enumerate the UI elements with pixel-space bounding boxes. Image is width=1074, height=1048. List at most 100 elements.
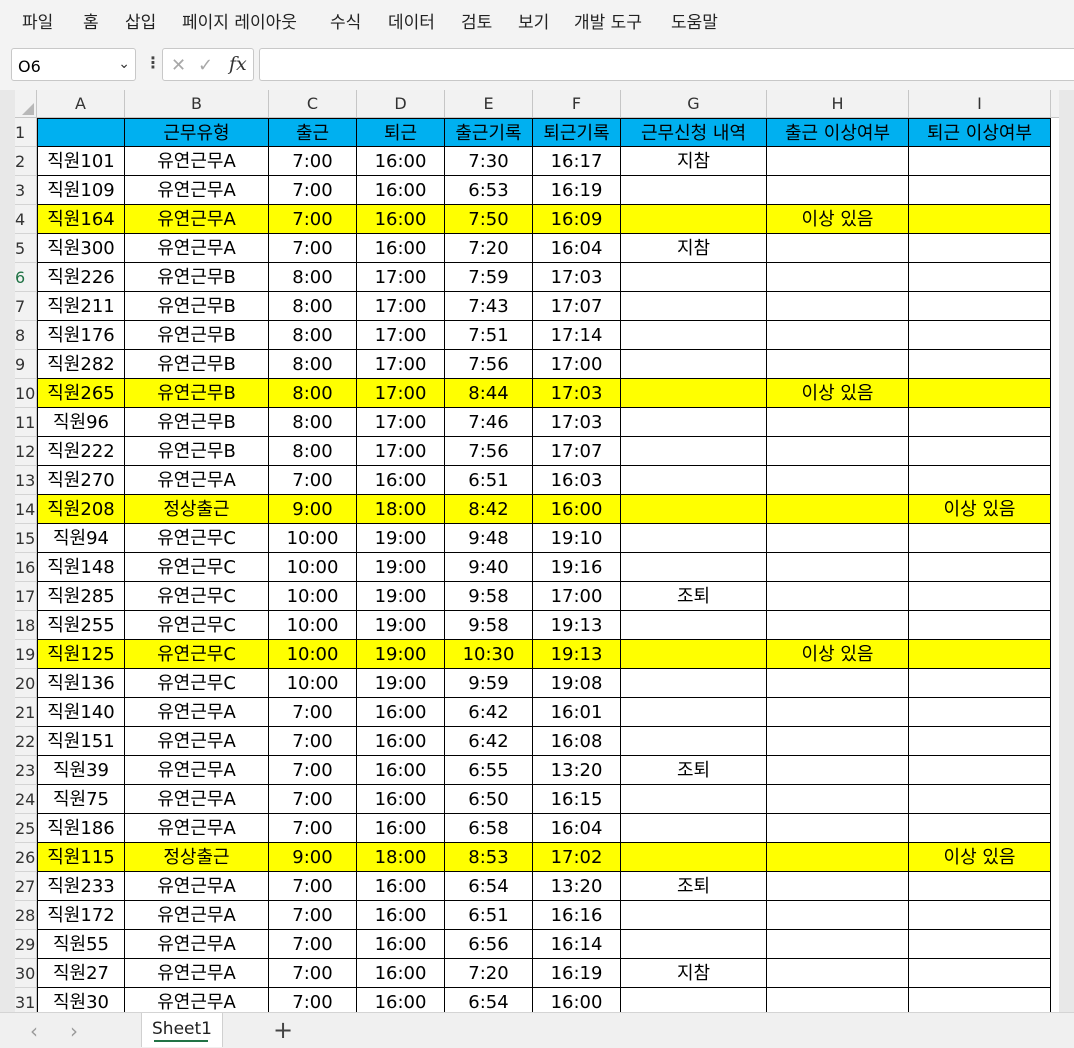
table-cell[interactable]: 7:00 — [269, 901, 357, 930]
table-cell[interactable]: 6:42 — [445, 727, 533, 756]
table-cell[interactable] — [909, 205, 1051, 234]
table-cell[interactable] — [909, 176, 1051, 205]
table-cell[interactable]: 이상 있음 — [909, 495, 1051, 524]
table-cell[interactable]: 17:03 — [533, 263, 621, 292]
table-cell[interactable]: 16:14 — [533, 930, 621, 959]
table-cell[interactable] — [767, 669, 909, 698]
table-cell[interactable]: 직원94 — [37, 524, 125, 553]
table-cell[interactable]: 7:00 — [269, 814, 357, 843]
header-cell[interactable]: 근무유형 — [125, 118, 269, 147]
table-cell[interactable]: 직원115 — [37, 843, 125, 872]
table-cell[interactable]: 이상 있음 — [767, 640, 909, 669]
table-cell[interactable]: 16:00 — [357, 930, 445, 959]
table-cell[interactable]: 10:00 — [269, 640, 357, 669]
table-cell[interactable]: 19:00 — [357, 669, 445, 698]
table-cell[interactable]: 직원265 — [37, 379, 125, 408]
table-cell[interactable]: 유연근무A — [125, 147, 269, 176]
row-header[interactable]: 6 — [15, 263, 37, 292]
column-header[interactable]: A — [37, 90, 125, 118]
table-cell[interactable] — [767, 292, 909, 321]
row-header[interactable]: 18 — [15, 611, 37, 640]
table-cell[interactable]: 유연근무B — [125, 350, 269, 379]
table-cell[interactable]: 9:40 — [445, 553, 533, 582]
row-header[interactable]: 4 — [15, 205, 37, 234]
table-cell[interactable]: 16:00 — [533, 988, 621, 1012]
menu-item[interactable]: 보기 — [518, 8, 549, 33]
table-cell[interactable] — [767, 408, 909, 437]
table-cell[interactable] — [621, 524, 767, 553]
table-cell[interactable]: 직원282 — [37, 350, 125, 379]
header-cell[interactable]: 근무신청 내역 — [621, 118, 767, 147]
insert-function-icon[interactable]: fx — [229, 53, 247, 75]
table-cell[interactable]: 16:19 — [533, 176, 621, 205]
table-cell[interactable]: 8:53 — [445, 843, 533, 872]
table-cell[interactable]: 17:00 — [357, 437, 445, 466]
table-cell[interactable]: 16:00 — [357, 698, 445, 727]
table-cell[interactable]: 직원55 — [37, 930, 125, 959]
table-cell[interactable]: 유연근무C — [125, 640, 269, 669]
table-cell[interactable] — [909, 698, 1051, 727]
row-header[interactable]: 24 — [15, 785, 37, 814]
column-header[interactable]: C — [269, 90, 357, 118]
table-cell[interactable]: 8:00 — [269, 263, 357, 292]
header-cell[interactable]: 퇴근 — [357, 118, 445, 147]
table-cell[interactable] — [621, 698, 767, 727]
table-cell[interactable]: 8:00 — [269, 437, 357, 466]
table-cell[interactable]: 직원208 — [37, 495, 125, 524]
table-cell[interactable] — [767, 930, 909, 959]
table-cell[interactable] — [621, 263, 767, 292]
row-header[interactable]: 28 — [15, 901, 37, 930]
header-cell[interactable]: 출근 이상여부 — [767, 118, 909, 147]
table-cell[interactable] — [621, 176, 767, 205]
table-cell[interactable] — [621, 495, 767, 524]
table-cell[interactable] — [621, 843, 767, 872]
table-cell[interactable]: 직원27 — [37, 959, 125, 988]
table-cell[interactable]: 직원30 — [37, 988, 125, 1012]
table-cell[interactable]: 7:00 — [269, 147, 357, 176]
table-cell[interactable]: 10:00 — [269, 553, 357, 582]
table-cell[interactable]: 9:00 — [269, 495, 357, 524]
table-cell[interactable]: 직원109 — [37, 176, 125, 205]
table-cell[interactable]: 조퇴 — [621, 872, 767, 901]
table-cell[interactable]: 13:20 — [533, 756, 621, 785]
table-cell[interactable]: 6:51 — [445, 901, 533, 930]
table-cell[interactable] — [621, 640, 767, 669]
table-cell[interactable]: 9:58 — [445, 611, 533, 640]
table-cell[interactable] — [909, 611, 1051, 640]
table-cell[interactable] — [767, 843, 909, 872]
table-cell[interactable]: 10:00 — [269, 669, 357, 698]
table-cell[interactable] — [621, 669, 767, 698]
row-header[interactable]: 27 — [15, 872, 37, 901]
table-cell[interactable]: 유연근무A — [125, 785, 269, 814]
sheet-tab[interactable]: Sheet1 — [141, 1013, 223, 1047]
table-cell[interactable] — [909, 872, 1051, 901]
table-cell[interactable]: 8:44 — [445, 379, 533, 408]
table-cell[interactable] — [909, 321, 1051, 350]
menu-item[interactable]: 개발 도구 — [574, 8, 642, 33]
table-cell[interactable]: 7:59 — [445, 263, 533, 292]
table-cell[interactable]: 지참 — [621, 147, 767, 176]
table-cell[interactable]: 이상 있음 — [909, 843, 1051, 872]
table-cell[interactable] — [909, 379, 1051, 408]
table-cell[interactable] — [621, 437, 767, 466]
table-cell[interactable] — [767, 582, 909, 611]
table-cell[interactable]: 19:13 — [533, 611, 621, 640]
menu-item[interactable]: 수식 — [330, 8, 361, 33]
table-cell[interactable]: 16:00 — [357, 901, 445, 930]
table-cell[interactable]: 이상 있음 — [767, 379, 909, 408]
table-cell[interactable]: 6:56 — [445, 930, 533, 959]
table-cell[interactable]: 직원96 — [37, 408, 125, 437]
row-header[interactable]: 7 — [15, 292, 37, 321]
table-cell[interactable] — [767, 263, 909, 292]
row-header[interactable]: 20 — [15, 669, 37, 698]
table-cell[interactable]: 유연근무A — [125, 756, 269, 785]
table-cell[interactable] — [909, 901, 1051, 930]
table-cell[interactable]: 16:00 — [357, 959, 445, 988]
row-header[interactable]: 31 — [15, 988, 37, 1012]
table-cell[interactable]: 16:00 — [357, 176, 445, 205]
table-cell[interactable]: 16:03 — [533, 466, 621, 495]
table-cell[interactable]: 16:00 — [357, 785, 445, 814]
more-options-icon[interactable]: ⋮ — [145, 53, 161, 72]
row-header[interactable]: 11 — [15, 408, 37, 437]
table-cell[interactable] — [621, 321, 767, 350]
